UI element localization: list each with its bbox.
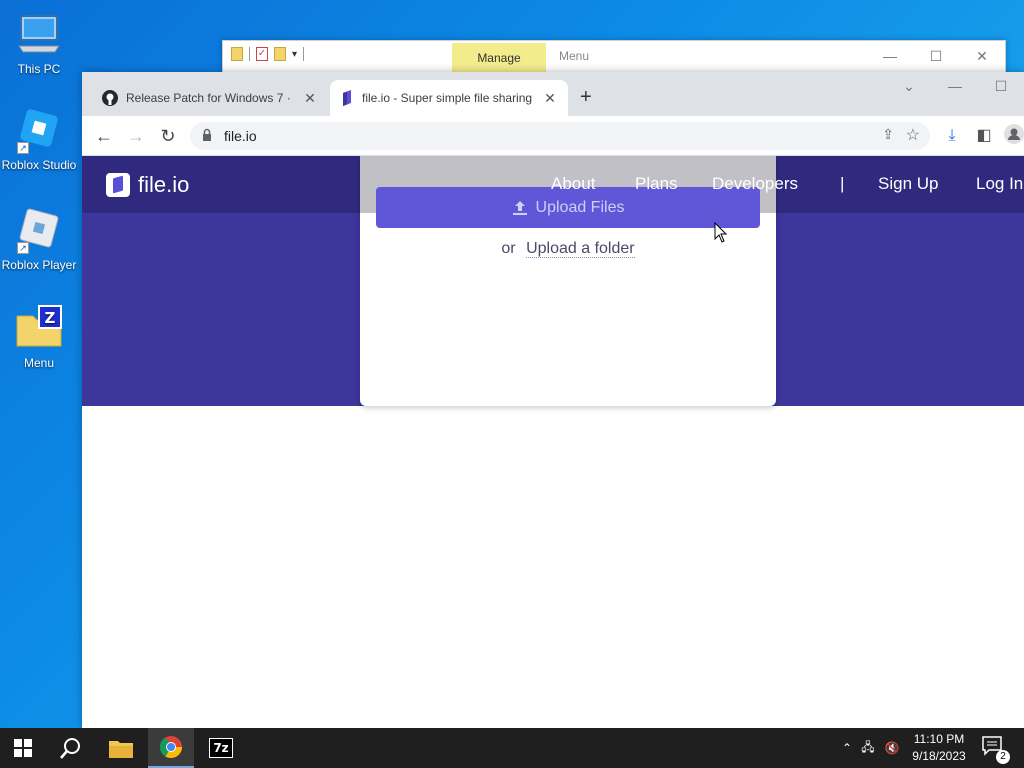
maximize-button[interactable]: ☐ xyxy=(913,41,959,71)
file-io-favicon-icon xyxy=(343,90,351,106)
folder-icon: Z xyxy=(15,304,63,352)
desktop-icon-this-pc[interactable]: This PC xyxy=(0,10,78,76)
folder-icon[interactable] xyxy=(231,47,243,61)
tab-title: Release Patch for Windows 7 · Ro xyxy=(126,91,294,105)
search-icon xyxy=(60,738,80,759)
desktop-icon-label: Roblox Player xyxy=(1,258,77,272)
clock-date: 9/18/2023 xyxy=(912,749,966,763)
new-tab-button[interactable]: + xyxy=(580,86,592,109)
browser-window: Release Patch for Windows 7 · Ro ✕ file.… xyxy=(82,72,1024,728)
tab-release-patch[interactable]: Release Patch for Windows 7 · Ro ✕ xyxy=(92,80,328,116)
tab-file-io[interactable]: file.io - Super simple file sharing ✕ xyxy=(330,80,568,116)
desktop-icon-roblox-player[interactable]: ↗ Roblox Player xyxy=(0,206,78,272)
7zip-icon: 7z xyxy=(209,738,233,758)
page-content: file.io Upload Files or Upload a folder … xyxy=(82,156,1024,728)
nav-about[interactable]: About xyxy=(551,174,595,194)
shortcut-arrow-icon: ↗ xyxy=(17,242,29,254)
chrome-icon xyxy=(160,736,182,758)
desktop-icon-label: Roblox Studio xyxy=(1,158,77,172)
taskbar-chrome[interactable] xyxy=(148,728,194,768)
maximize-button[interactable]: ☐ xyxy=(978,72,1024,100)
lock-icon[interactable] xyxy=(202,128,212,147)
desktop-icon-label: Menu xyxy=(23,356,55,370)
notification-count-badge: 2 xyxy=(996,750,1010,764)
folder-icon xyxy=(109,741,133,758)
manage-tab[interactable]: Manage xyxy=(452,43,546,73)
tab-search-icon[interactable]: ⌄ xyxy=(886,72,932,100)
properties-icon[interactable]: ✓ xyxy=(256,47,268,61)
taskbar-clock[interactable]: 11:10 PM 9/18/2023 xyxy=(902,731,976,765)
nav-plans[interactable]: Plans xyxy=(635,174,678,194)
browser-toolbar: ← → ↻ file.io ⇪ ☆ ⤓ ◧ xyxy=(82,116,1024,156)
tab-strip: Release Patch for Windows 7 · Ro ✕ file.… xyxy=(82,72,1024,116)
network-icon[interactable]: 🖧 xyxy=(856,738,880,759)
window-title: Menu xyxy=(559,49,590,63)
github-icon xyxy=(102,90,118,106)
back-button[interactable]: ← xyxy=(92,124,116,148)
tab-title: file.io - Super simple file sharing xyxy=(362,91,533,105)
nav-sign-up[interactable]: Sign Up xyxy=(878,174,938,194)
volume-muted-icon[interactable]: 🔇 xyxy=(880,741,904,755)
roblox-player-icon: ↗ xyxy=(15,206,63,254)
site-nav-links: About Plans Developers | Sign Up Log In xyxy=(82,174,1024,198)
windows-logo-icon xyxy=(14,739,32,757)
upload-files-label: Upload Files xyxy=(535,198,625,216)
roblox-studio-icon: ↗ xyxy=(15,106,63,154)
taskbar-7zip[interactable]: 7z xyxy=(198,728,244,768)
nav-developers[interactable]: Developers xyxy=(712,174,798,194)
new-folder-icon[interactable] xyxy=(274,47,286,61)
upload-icon xyxy=(512,200,527,215)
nav-separator: | xyxy=(840,174,845,193)
url-text: file.io xyxy=(224,128,257,144)
search-button[interactable] xyxy=(48,728,94,768)
minimize-button[interactable]: — xyxy=(932,72,978,100)
mouse-cursor-icon xyxy=(714,221,728,249)
close-tab-icon[interactable]: ✕ xyxy=(542,90,558,107)
side-panel-icon[interactable]: ◧ xyxy=(972,124,996,148)
profile-avatar-icon[interactable] xyxy=(1002,124,1024,148)
desktop-icon-menu[interactable]: Z Menu xyxy=(0,304,78,370)
system-tray: ⌃ 🖧 🔇 xyxy=(838,728,904,768)
taskbar: 7z ⌃ 🖧 🔇 11:10 PM 9/18/2023 2 xyxy=(0,728,1024,768)
address-bar[interactable]: file.io ⇪ ☆ xyxy=(190,122,930,150)
share-icon[interactable]: ⇪ xyxy=(882,126,894,143)
nav-log-in[interactable]: Log In xyxy=(976,174,1023,194)
or-text: or xyxy=(501,240,516,257)
download-icon[interactable]: ⤓ xyxy=(940,124,964,148)
desktop-icon-label: This PC xyxy=(17,62,61,76)
taskbar-file-explorer[interactable] xyxy=(98,728,144,768)
bookmark-star-icon[interactable]: ☆ xyxy=(906,125,920,145)
upload-folder-link[interactable]: Upload a folder xyxy=(526,240,635,258)
close-tab-icon[interactable]: ✕ xyxy=(302,90,318,107)
forward-button[interactable]: → xyxy=(124,124,148,148)
clock-time: 11:10 PM xyxy=(913,732,965,746)
reload-button[interactable]: ↻ xyxy=(156,124,180,148)
start-button[interactable] xyxy=(0,728,46,768)
shortcut-arrow-icon: ↗ xyxy=(17,142,29,154)
close-button[interactable]: ✕ xyxy=(959,41,1005,71)
notification-center-button[interactable]: 2 xyxy=(982,736,1010,764)
file-explorer-window[interactable]: ✓ ▾ Manage Menu — ☐ ✕ xyxy=(222,40,1006,74)
minimize-button[interactable]: — xyxy=(867,41,913,71)
svg-text:Z: Z xyxy=(45,309,56,327)
chevron-down-icon[interactable]: ▾ xyxy=(292,49,297,60)
quick-access-toolbar: ✓ ▾ xyxy=(231,47,305,61)
chevron-up-icon[interactable]: ⌃ xyxy=(838,741,856,755)
computer-icon xyxy=(15,10,63,58)
desktop-icon-roblox-studio[interactable]: ↗ Roblox Studio xyxy=(0,106,78,172)
